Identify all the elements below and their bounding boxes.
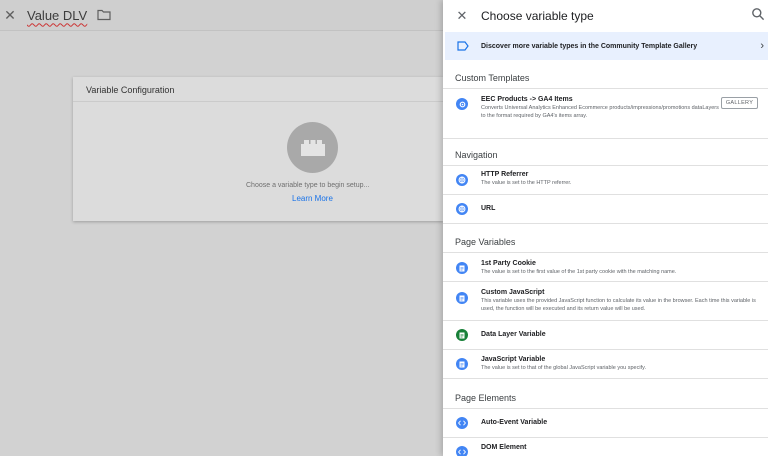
choose-variable-type-panel: ✕ Choose variable type Discover more var…	[443, 0, 768, 456]
variable-configuration-card[interactable]: Variable Configuration Choose a variable…	[73, 77, 443, 221]
search-icon[interactable]	[751, 7, 765, 21]
item-title: URL	[481, 205, 496, 212]
divider	[443, 138, 768, 139]
item-description: The value is set to that of the global J…	[481, 365, 646, 371]
label-icon	[457, 41, 469, 51]
card-divider	[73, 101, 443, 102]
editor-header: ✕ Value DLV	[0, 0, 443, 31]
placeholder-icon	[287, 122, 338, 173]
code-icon	[456, 446, 468, 456]
item-title: JavaScript Variable	[481, 356, 546, 363]
item-title: HTTP Referrer	[481, 171, 529, 178]
item-title: EEC Products -> GA4 Items	[481, 96, 573, 103]
item-title: Auto-Event Variable	[481, 419, 548, 426]
code-icon	[456, 417, 468, 429]
variable-type-auto-event-variable[interactable]: Auto-Event Variable	[443, 409, 768, 437]
variable-type-dom-element[interactable]: DOM Element	[443, 438, 768, 456]
item-description: This variable uses the provided JavaScri…	[481, 298, 756, 312]
learn-more-link[interactable]: Learn More	[292, 194, 333, 203]
variable-type-eec-products[interactable]: EEC Products -> GA4 Items Converts Unive…	[443, 89, 768, 138]
variable-name[interactable]: Value DLV	[27, 8, 87, 23]
variable-type-url[interactable]: URL	[443, 195, 768, 223]
divider	[443, 378, 768, 379]
document-icon	[456, 292, 468, 304]
item-title: DOM Element	[481, 444, 527, 451]
document-icon	[456, 358, 468, 370]
item-title: Custom JavaScript	[481, 289, 545, 296]
banner-text: Discover more variable types in the Comm…	[481, 42, 698, 50]
close-icon[interactable]: ✕	[2, 7, 18, 23]
editor-background: Variable Configuration Choose a variable…	[0, 31, 443, 456]
variable-type-custom-javascript[interactable]: Custom JavaScript This variable uses the…	[443, 282, 768, 320]
section-page-elements: Page Elements	[455, 393, 517, 403]
globe-icon	[456, 203, 468, 215]
item-title: 1st Party Cookie	[481, 260, 536, 267]
community-gallery-banner[interactable]: Discover more variable types in the Comm…	[445, 32, 768, 60]
variable-type-javascript-variable[interactable]: JavaScript Variable The value is set to …	[443, 350, 768, 378]
card-title: Variable Configuration	[86, 85, 175, 95]
variable-type-1st-party-cookie[interactable]: 1st Party Cookie The value is set to the…	[443, 253, 768, 281]
variable-type-http-referrer[interactable]: HTTP Referrer The value is set to the HT…	[443, 166, 768, 194]
document-icon	[456, 329, 468, 341]
item-title: Data Layer Variable	[481, 331, 546, 338]
panel-header: ✕ Choose variable type	[443, 0, 768, 31]
divider	[443, 223, 768, 224]
section-custom-templates: Custom Templates	[455, 73, 530, 83]
section-navigation: Navigation	[455, 150, 498, 160]
folder-icon[interactable]	[97, 9, 111, 21]
variable-type-data-layer-variable[interactable]: Data Layer Variable	[443, 321, 768, 349]
close-icon[interactable]: ✕	[455, 8, 469, 23]
item-description: The value is set to the HTTP referrer.	[481, 180, 572, 186]
section-page-variables: Page Variables	[455, 237, 516, 247]
chevron-right-icon: ›	[760, 40, 764, 52]
document-icon	[456, 262, 468, 274]
panel-title: Choose variable type	[481, 8, 594, 23]
gear-icon	[456, 98, 468, 110]
item-description: Converts Universal Analytics Enhanced Ec…	[481, 105, 719, 119]
item-description: The value is set to the first value of t…	[481, 269, 677, 275]
gallery-button[interactable]: GALLERY	[721, 97, 758, 109]
globe-icon	[456, 174, 468, 186]
placeholder-text: Choose a variable type to begin setup...	[246, 182, 370, 189]
